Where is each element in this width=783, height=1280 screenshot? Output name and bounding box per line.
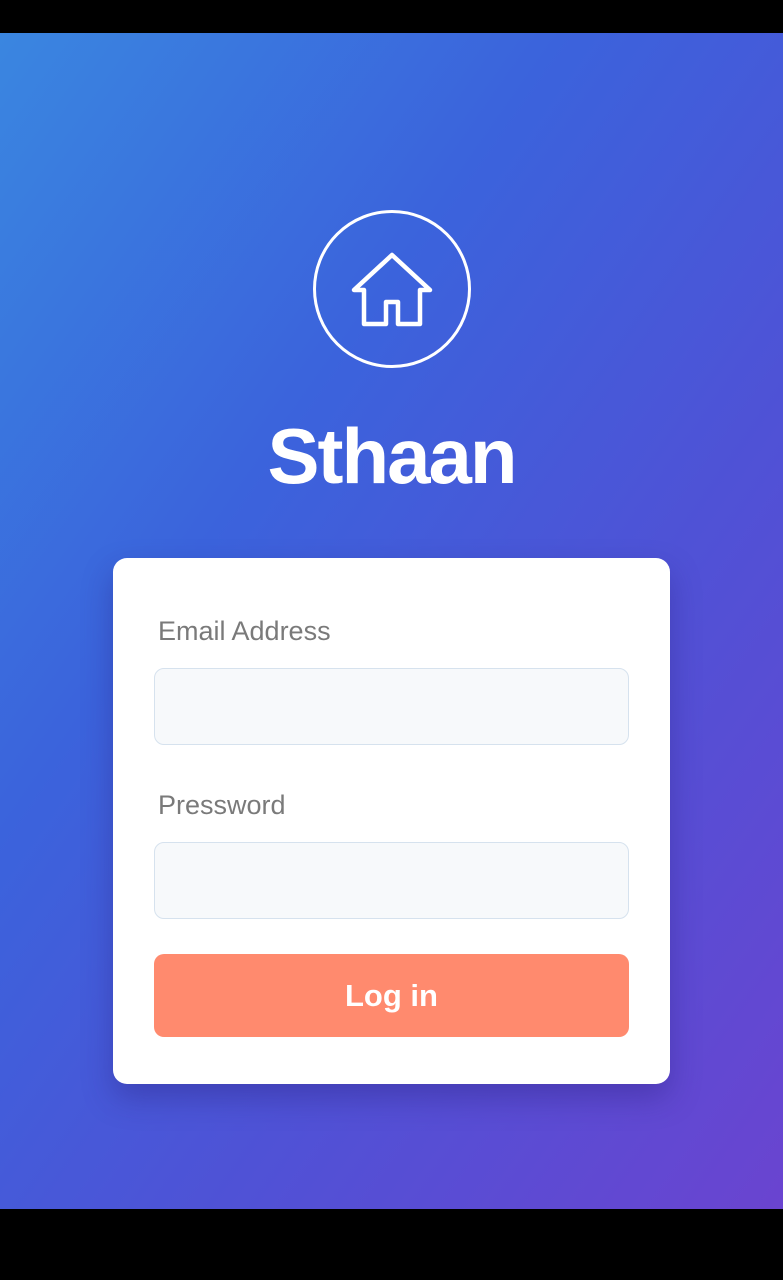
- app-logo: [313, 210, 471, 368]
- top-black-bar: [0, 0, 783, 33]
- password-field[interactable]: [154, 842, 629, 919]
- email-label: Email Address: [158, 616, 331, 646]
- password-label: Pressword: [158, 790, 286, 820]
- login-screen: Sthaan Email Address Pressword Log in: [0, 33, 783, 1209]
- bottom-black-bar: [0, 1209, 783, 1280]
- login-card: Email Address Pressword Log in: [113, 558, 670, 1084]
- email-field[interactable]: [154, 668, 629, 745]
- login-button[interactable]: Log in: [154, 954, 629, 1037]
- house-icon: [351, 252, 433, 327]
- app-title: Sthaan: [267, 412, 517, 500]
